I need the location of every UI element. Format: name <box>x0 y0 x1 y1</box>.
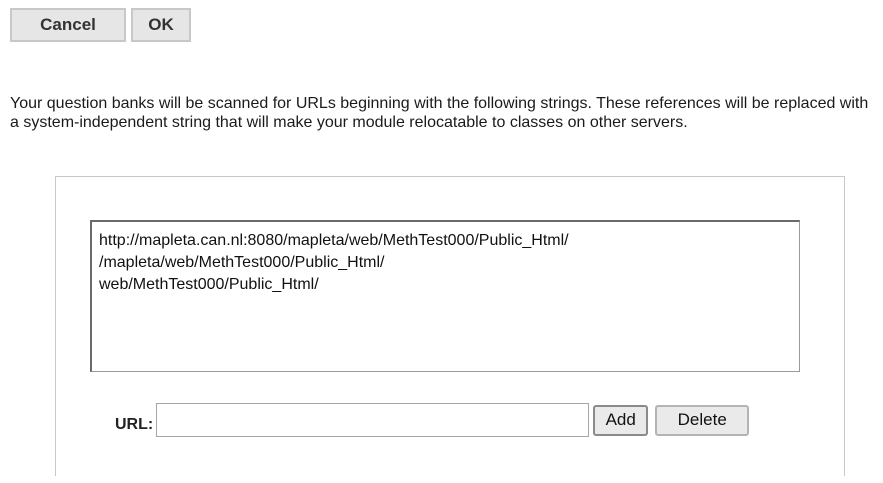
description-text: Your question banks will be scanned for … <box>10 95 869 131</box>
cancel-button[interactable]: Cancel <box>10 8 126 42</box>
toolbar: Cancel OK <box>10 8 191 42</box>
url-list-item[interactable]: http://mapleta.can.nl:8080/mapleta/web/M… <box>99 230 792 252</box>
url-list-item[interactable]: web/MethTest000/Public_Html/ <box>99 274 792 296</box>
url-entry-row: URL: Add Delete <box>115 403 750 437</box>
ok-button[interactable]: OK <box>131 8 191 42</box>
add-button[interactable]: Add <box>593 404 649 436</box>
url-list-item[interactable]: /mapleta/web/MethTest000/Public_Html/ <box>99 252 792 274</box>
delete-button[interactable]: Delete <box>655 404 750 436</box>
url-label: URL: <box>115 416 154 433</box>
url-panel: http://mapleta.can.nl:8080/mapleta/web/M… <box>55 176 845 476</box>
url-listbox[interactable]: http://mapleta.can.nl:8080/mapleta/web/M… <box>90 220 800 372</box>
url-input[interactable] <box>156 403 590 437</box>
